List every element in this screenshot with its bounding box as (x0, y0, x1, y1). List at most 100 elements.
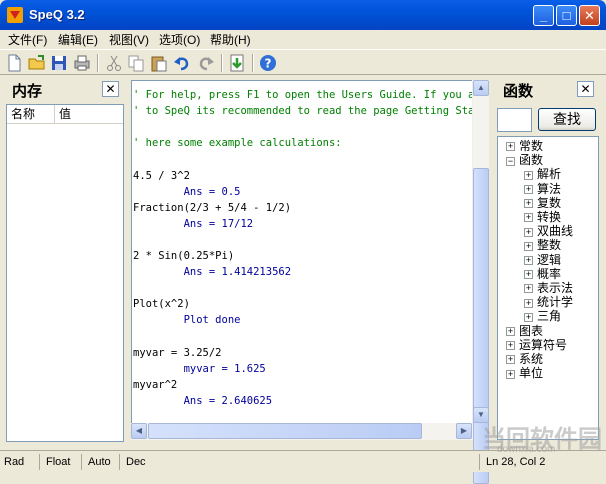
comment-line: ' to SpeQ its recommended to read the pa… (133, 105, 473, 118)
expand-icon[interactable]: + (524, 312, 533, 322)
watermark-url: downxia.com (497, 444, 556, 455)
search-button[interactable]: 查找 (538, 108, 596, 131)
result-line: myvar = 1.625 (133, 362, 266, 375)
tree-item[interactable]: + 单位 (506, 366, 543, 380)
tree-item[interactable]: + 转换 (524, 210, 561, 224)
status-base: Dec (122, 454, 480, 470)
expand-icon[interactable]: + (524, 241, 533, 251)
result-line: Ans = 1.414213562 (133, 266, 292, 279)
functions-panel-close-icon[interactable]: ✕ (577, 81, 594, 97)
comment-line: ' here some example calculations: (133, 137, 342, 150)
maximize-button[interactable]: □ (556, 5, 577, 26)
result-line: Ans = 0.5 (133, 185, 241, 198)
tree-item[interactable]: + 概率 (524, 267, 561, 281)
open-folder-icon[interactable] (27, 53, 47, 73)
code-editor[interactable]: ' For help, press F1 to open the Users G… (131, 80, 473, 424)
download-icon[interactable] (227, 53, 247, 73)
minimize-button[interactable]: _ (533, 5, 554, 26)
tree-item-label: 整数 (537, 238, 562, 253)
expand-icon[interactable]: + (506, 355, 515, 365)
close-button[interactable]: ✕ (579, 5, 600, 26)
tree-item[interactable]: + 双曲线 (524, 224, 573, 238)
collapse-icon[interactable]: − (506, 156, 515, 166)
column-header-value[interactable]: 值 (55, 105, 123, 123)
cut-icon[interactable] (104, 53, 124, 73)
expand-icon[interactable]: + (524, 227, 533, 237)
memory-panel-title: 内存 (12, 83, 43, 100)
menu-file[interactable]: 文件(F) (8, 31, 47, 48)
tree-item-label: 三角 (537, 309, 562, 324)
scroll-thumb[interactable] (148, 423, 422, 439)
column-header-name[interactable]: 名称 (7, 105, 55, 123)
function-search-input[interactable] (497, 108, 532, 132)
expand-icon[interactable]: + (506, 369, 515, 379)
tree-item[interactable]: + 常数 (506, 139, 543, 153)
tree-item[interactable]: + 三角 (524, 309, 561, 323)
comment-line: ' For help, press F1 to open the Users G… (133, 89, 473, 101)
undo-icon[interactable] (172, 53, 192, 73)
tree-item[interactable]: + 运算符号 (506, 338, 567, 352)
app-icon (7, 7, 23, 23)
tree-item[interactable]: + 统计学 (524, 295, 573, 309)
expand-icon[interactable]: + (524, 255, 533, 265)
expand-icon[interactable]: + (524, 298, 533, 308)
tree-item[interactable]: + 图表 (506, 324, 543, 338)
column-header-divider (7, 123, 123, 124)
editor-vertical-scrollbar[interactable]: ▲ ▼ (472, 80, 489, 484)
code-line: Fraction(2/3 + 5/4 - 1/2) (133, 201, 292, 214)
scroll-up-icon[interactable]: ▲ (473, 80, 489, 96)
functions-panel-header: 函数 ✕ (497, 78, 599, 102)
expand-icon[interactable]: + (524, 170, 533, 180)
menu-edit[interactable]: 编辑(E) (58, 31, 98, 48)
code-line: myvar = 3.25/2 (133, 346, 222, 359)
functions-panel-title: 函数 (503, 83, 534, 100)
tree-item[interactable]: + 系统 (506, 352, 543, 366)
expand-icon[interactable]: + (524, 213, 533, 223)
status-precision: Auto (84, 454, 120, 470)
expand-icon[interactable]: + (506, 142, 515, 152)
tree-item-label: 双曲线 (537, 224, 574, 239)
print-icon[interactable] (72, 53, 92, 73)
tree-item[interactable]: + 算法 (524, 182, 561, 196)
expand-icon[interactable]: + (506, 326, 515, 336)
menu-help[interactable]: 帮助(H) (210, 31, 251, 48)
expand-icon[interactable]: + (524, 184, 533, 194)
save-icon[interactable] (49, 53, 69, 73)
menu-view[interactable]: 视图(V) (109, 31, 149, 48)
tree-item[interactable]: − 函数 (506, 153, 543, 167)
result-line: Ans = 17/12 (133, 217, 254, 230)
paste-icon[interactable] (149, 53, 169, 73)
window-title: SpeQ 3.2 (29, 7, 85, 22)
tree-item[interactable]: + 表示法 (524, 281, 573, 295)
copy-icon[interactable] (126, 53, 146, 73)
title-bar[interactable]: SpeQ 3.2 _ □ ✕ (0, 0, 606, 30)
tree-item-label: 统计学 (537, 295, 574, 310)
expand-icon[interactable]: + (524, 284, 533, 294)
tree-item-label: 运算符号 (519, 337, 568, 352)
expand-icon[interactable]: + (524, 199, 533, 209)
memory-panel-close-icon[interactable]: ✕ (102, 81, 119, 97)
editor-horizontal-scrollbar[interactable]: ◀ ▶ (131, 423, 473, 440)
tree-item-label: 转换 (537, 210, 562, 224)
tree-item-label: 概率 (537, 266, 562, 281)
code-line: 4.5 / 3^2 (133, 169, 190, 182)
tree-item-label: 单位 (519, 366, 544, 381)
tree-item-label: 复数 (537, 195, 562, 210)
menu-options[interactable]: 选项(O) (159, 31, 200, 48)
expand-icon[interactable]: + (506, 341, 515, 351)
expand-icon[interactable]: + (524, 270, 533, 280)
tree-item[interactable]: + 复数 (524, 196, 561, 210)
scroll-left-icon[interactable]: ◀ (131, 423, 147, 439)
scroll-right-icon[interactable]: ▶ (456, 423, 472, 439)
new-file-icon[interactable] (4, 53, 24, 73)
tree-item[interactable]: + 整数 (524, 238, 561, 252)
result-line: Plot done (133, 314, 241, 327)
tree-item[interactable]: + 逻辑 (524, 253, 561, 267)
redo-icon[interactable] (196, 53, 216, 73)
result-line: Ans = 2.640625 (133, 394, 273, 407)
tree-item[interactable]: + 解析 (524, 167, 561, 181)
tree-item-label: 系统 (519, 352, 544, 366)
functions-tree: + 常数 − 函数 + 解析 + 算法 + 复数 + 转换 + 双曲线 + 整数 + 逻辑 + 概率 + 表示法 + 统计学 +… (497, 136, 599, 440)
tree-item-label: 表示法 (537, 281, 574, 295)
help-icon[interactable]: ? (258, 53, 278, 73)
